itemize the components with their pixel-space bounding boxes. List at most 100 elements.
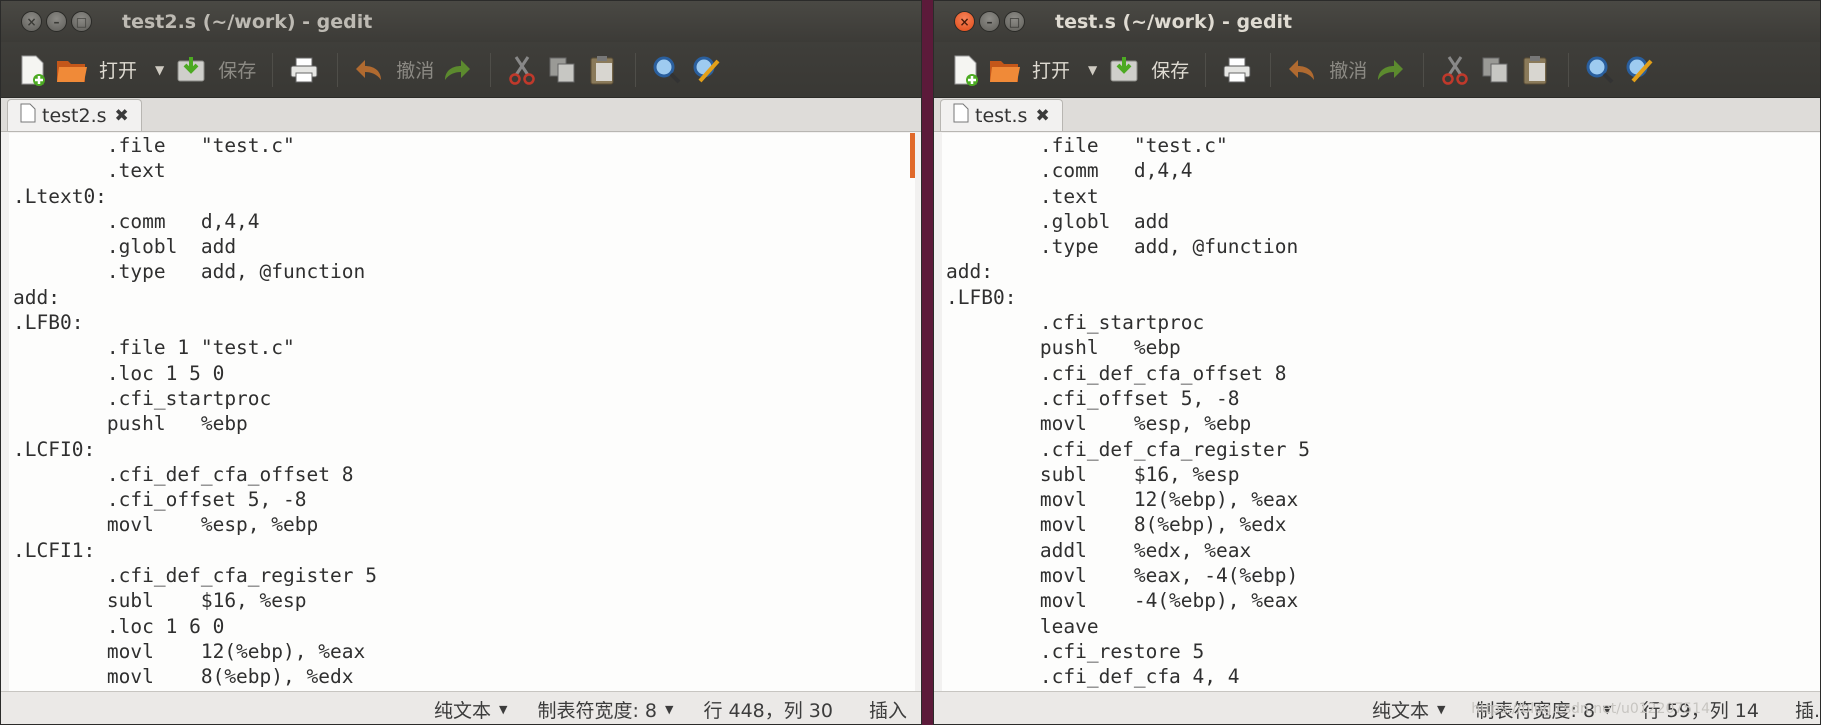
close-window-button[interactable]: ×	[954, 11, 975, 32]
replace-button[interactable]	[690, 48, 724, 92]
copy-button[interactable]	[1478, 48, 1512, 92]
redo-icon	[1373, 53, 1407, 87]
tab-label: test.s	[975, 104, 1028, 127]
save-icon	[1107, 53, 1141, 87]
code-line: .file 1 "test.c"	[13, 336, 295, 360]
code-line: .cfi_startproc	[946, 311, 1205, 335]
find-button[interactable]	[1583, 48, 1617, 92]
scissors-icon	[1438, 53, 1472, 87]
toolbar: 打开 ▼ 保存 撤消	[1, 42, 921, 98]
toolbar-separator	[1423, 52, 1425, 87]
replace-button[interactable]	[1623, 48, 1657, 92]
print-button[interactable]	[287, 48, 321, 92]
new-button[interactable]	[15, 48, 49, 92]
code-lines: .file "test.c" .comm d,4,4 .text .globl …	[942, 133, 1820, 690]
code-line: .cfi_offset 5, -8	[13, 488, 307, 512]
code-line: movl %esp, %ebp	[13, 513, 319, 537]
code-line: movl 8(%ebp), %edx	[13, 665, 354, 689]
find-replace-icon	[1623, 53, 1657, 87]
language-selector[interactable]: 纯文本 ▼	[434, 696, 507, 723]
code-line: .cfi_def_cfa_register 5	[13, 564, 377, 588]
code-line: .cfi_offset 5, -8	[946, 386, 1240, 410]
code-line: addl %edx, %eax	[946, 538, 1252, 562]
title-bar[interactable]: × – □ test.s (~/work) - gedit	[934, 1, 1820, 42]
code-line: .cfi_def_cfa_register 5	[946, 437, 1310, 461]
find-replace-icon	[690, 53, 724, 87]
folder-open-icon	[55, 53, 89, 87]
print-button[interactable]	[1220, 48, 1254, 92]
cut-button[interactable]	[1438, 48, 1472, 92]
toolbar-separator	[490, 52, 492, 87]
copy-button[interactable]	[545, 48, 579, 92]
code-line: .globl add	[13, 235, 237, 259]
gedit-window-right: × – □ test.s (~/work) - gedit 打开 ▼ 保存 撤消…	[933, 0, 1821, 725]
chevron-down-icon: ▼	[1437, 702, 1446, 716]
code-line: .LCFI1:	[13, 538, 96, 562]
toolbar-separator	[1270, 52, 1272, 87]
tab-test-s[interactable]: test.s ✖	[940, 99, 1063, 131]
code-line: movl -4(%ebp), %eax	[946, 589, 1299, 613]
toolbar-separator	[272, 52, 274, 87]
tab-test2-s[interactable]: test2.s ✖	[7, 99, 142, 131]
clipboard-icon	[1518, 53, 1552, 87]
document-icon	[953, 103, 969, 128]
redo-button[interactable]	[1373, 48, 1407, 92]
toolbar-separator	[337, 52, 339, 87]
text-editor[interactable]: .file "test.c" .text .Ltext0: .comm d,4,4…	[9, 133, 915, 691]
code-line: .type add, @function	[946, 235, 1299, 259]
code-line: .text	[946, 184, 1099, 208]
code-line: .comm d,4,4	[946, 159, 1193, 183]
cut-button[interactable]	[505, 48, 539, 92]
chevron-down-icon[interactable]: ▼	[155, 63, 164, 77]
tab-width-selector[interactable]: 制表符宽度: 8 ▼	[537, 696, 673, 723]
minimize-window-button[interactable]: –	[979, 11, 1000, 32]
close-window-button[interactable]: ×	[21, 11, 42, 32]
new-button[interactable]	[948, 48, 982, 92]
new-document-icon	[948, 53, 982, 87]
toolbar: 打开 ▼ 保存 撤消	[934, 42, 1820, 98]
code-line: add:	[13, 285, 60, 309]
toolbar-separator	[1205, 52, 1207, 87]
redo-button[interactable]	[440, 48, 474, 92]
open-button[interactable]: 打开 ▼	[988, 48, 1101, 92]
text-editor[interactable]: .file "test.c" .comm d,4,4 .text .globl …	[942, 133, 1820, 691]
chevron-down-icon[interactable]: ▼	[1088, 63, 1097, 77]
language-label: 纯文本	[1372, 699, 1430, 722]
save-button[interactable]: 保存	[174, 48, 256, 92]
code-line: .globl add	[946, 209, 1170, 233]
maximize-window-button[interactable]: □	[1004, 11, 1025, 32]
new-document-icon	[15, 53, 49, 87]
paste-button[interactable]	[1518, 48, 1552, 92]
minimize-window-button[interactable]: –	[46, 11, 67, 32]
folder-open-icon	[988, 53, 1022, 87]
cursor-position: 行 448，列 30	[703, 699, 833, 722]
scrollbar[interactable]	[910, 133, 915, 178]
code-line: .file "test.c"	[13, 134, 295, 157]
save-icon	[174, 53, 208, 87]
code-line: .cfi_restore 5	[946, 639, 1205, 663]
title-bar[interactable]: × – □ test2.s (~/work) - gedit	[1, 1, 921, 42]
tab-label: test2.s	[42, 104, 107, 127]
code-line: subl $16, %esp	[13, 589, 307, 613]
copy-icon	[545, 53, 579, 87]
find-button[interactable]	[650, 48, 684, 92]
code-line: .loc 1 6 0	[13, 614, 225, 638]
language-selector[interactable]: 纯文本 ▼	[1372, 696, 1445, 723]
chevron-down-icon: ▼	[664, 702, 674, 716]
code-line: .cfi_def_cfa_offset 8	[13, 462, 354, 486]
paste-button[interactable]	[585, 48, 619, 92]
save-button[interactable]: 保存	[1107, 48, 1189, 92]
undo-button[interactable]: 撤消	[1285, 48, 1367, 92]
code-line: .cfi_def_cfa 4, 4	[946, 665, 1240, 689]
close-tab-icon[interactable]: ✖	[115, 106, 129, 126]
code-line: .LFB0:	[946, 285, 1017, 309]
open-button[interactable]: 打开 ▼	[55, 48, 168, 92]
maximize-window-button[interactable]: □	[71, 11, 92, 32]
save-label: 保存	[1151, 60, 1190, 82]
undo-label: 撤消	[396, 60, 435, 82]
document-tabs: test2.s ✖	[1, 98, 921, 132]
undo-button[interactable]: 撤消	[352, 48, 434, 92]
code-line: movl 12(%ebp), %eax	[946, 488, 1299, 512]
close-tab-icon[interactable]: ✖	[1035, 106, 1049, 126]
code-line: .file "test.c"	[946, 134, 1228, 157]
